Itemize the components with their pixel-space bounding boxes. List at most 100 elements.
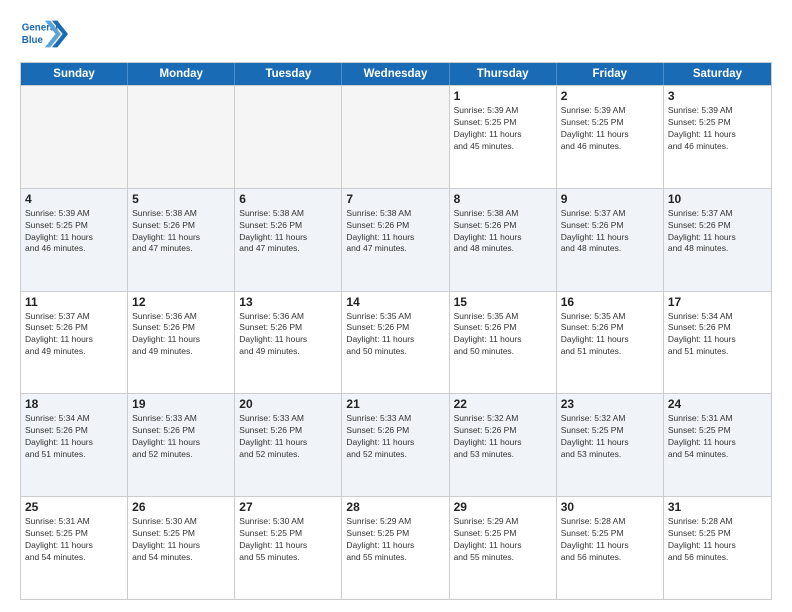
calendar-day-21: 21 Sunrise: 5:33 AMSunset: 5:26 PMDayligh… xyxy=(342,394,449,496)
day-info: Sunrise: 5:28 AMSunset: 5:25 PMDaylight:… xyxy=(668,516,767,564)
day-number: 9 xyxy=(561,192,659,206)
calendar-day-20: 20 Sunrise: 5:33 AMSunset: 5:26 PMDayligh… xyxy=(235,394,342,496)
day-info: Sunrise: 5:39 AMSunset: 5:25 PMDaylight:… xyxy=(25,208,123,256)
day-number: 22 xyxy=(454,397,552,411)
day-number: 31 xyxy=(668,500,767,514)
calendar-body: 1 Sunrise: 5:39 AMSunset: 5:25 PMDaylight… xyxy=(21,85,771,599)
calendar-day-26: 26Sunrise: 5:30 AMSunset: 5:25 PMDayligh… xyxy=(128,497,235,599)
day-number: 26 xyxy=(132,500,230,514)
logo: General Blue xyxy=(20,16,68,52)
calendar-week-3: 11Sunrise: 5:37 AMSunset: 5:26 PMDayligh… xyxy=(21,291,771,394)
header-day-friday: Friday xyxy=(557,63,664,85)
day-info: Sunrise: 5:32 AMSunset: 5:26 PMDaylight:… xyxy=(454,413,552,461)
day-number: 27 xyxy=(239,500,337,514)
day-number: 10 xyxy=(668,192,767,206)
day-number: 13 xyxy=(239,295,337,309)
day-number: 6 xyxy=(239,192,337,206)
calendar-day-13: 13 Sunrise: 5:36 AMSunset: 5:26 PMDayligh… xyxy=(235,292,342,394)
calendar-empty-cell xyxy=(128,86,235,188)
day-number: 18 xyxy=(25,397,123,411)
header: General Blue xyxy=(20,16,772,52)
day-number: 30 xyxy=(561,500,659,514)
day-info: Sunrise: 5:33 AMSunset: 5:26 PMDaylight:… xyxy=(346,413,444,461)
day-info: Sunrise: 5:39 AMSunset: 5:25 PMDaylight:… xyxy=(668,105,767,153)
calendar-day-12: 12 Sunrise: 5:36 AMSunset: 5:26 PMDayligh… xyxy=(128,292,235,394)
day-info: Sunrise: 5:28 AMSunset: 5:25 PMDaylight:… xyxy=(561,516,659,564)
day-info: Sunrise: 5:38 AMSunset: 5:26 PMDaylight:… xyxy=(454,208,552,256)
calendar-day-9: 9Sunrise: 5:37 AMSunset: 5:26 PMDaylight… xyxy=(557,189,664,291)
calendar-day-22: 22 Sunrise: 5:32 AMSunset: 5:26 PMDayligh… xyxy=(450,394,557,496)
calendar-day-30: 30 Sunrise: 5:28 AMSunset: 5:25 PMDayligh… xyxy=(557,497,664,599)
calendar-day-28: 28Sunrise: 5:29 AMSunset: 5:25 PMDayligh… xyxy=(342,497,449,599)
header-day-thursday: Thursday xyxy=(450,63,557,85)
day-info: Sunrise: 5:32 AMSunset: 5:25 PMDaylight:… xyxy=(561,413,659,461)
day-info: Sunrise: 5:37 AMSunset: 5:26 PMDaylight:… xyxy=(25,311,123,359)
calendar-day-31: 31 Sunrise: 5:28 AMSunset: 5:25 PMDayligh… xyxy=(664,497,771,599)
day-number: 2 xyxy=(561,89,659,103)
calendar-day-27: 27 Sunrise: 5:30 AMSunset: 5:25 PMDayligh… xyxy=(235,497,342,599)
day-info: Sunrise: 5:31 AMSunset: 5:25 PMDaylight:… xyxy=(668,413,767,461)
calendar-day-5: 5 Sunrise: 5:38 AMSunset: 5:26 PMDaylight… xyxy=(128,189,235,291)
day-info: Sunrise: 5:30 AMSunset: 5:25 PMDaylight:… xyxy=(239,516,337,564)
calendar-day-7: 7 Sunrise: 5:38 AMSunset: 5:26 PMDaylight… xyxy=(342,189,449,291)
day-info: Sunrise: 5:33 AMSunset: 5:26 PMDaylight:… xyxy=(132,413,230,461)
day-info: Sunrise: 5:36 AMSunset: 5:26 PMDaylight:… xyxy=(239,311,337,359)
day-info: Sunrise: 5:31 AMSunset: 5:25 PMDaylight:… xyxy=(25,516,123,564)
day-info: Sunrise: 5:38 AMSunset: 5:26 PMDaylight:… xyxy=(132,208,230,256)
calendar-week-5: 25Sunrise: 5:31 AMSunset: 5:25 PMDayligh… xyxy=(21,496,771,599)
day-number: 21 xyxy=(346,397,444,411)
calendar-day-16: 16Sunrise: 5:35 AMSunset: 5:26 PMDayligh… xyxy=(557,292,664,394)
day-number: 4 xyxy=(25,192,123,206)
calendar-day-15: 15 Sunrise: 5:35 AMSunset: 5:26 PMDayligh… xyxy=(450,292,557,394)
calendar-empty-cell xyxy=(235,86,342,188)
day-info: Sunrise: 5:36 AMSunset: 5:26 PMDaylight:… xyxy=(132,311,230,359)
calendar-day-8: 8 Sunrise: 5:38 AMSunset: 5:26 PMDaylight… xyxy=(450,189,557,291)
calendar-day-4: 4 Sunrise: 5:39 AMSunset: 5:25 PMDaylight… xyxy=(21,189,128,291)
day-number: 7 xyxy=(346,192,444,206)
day-number: 12 xyxy=(132,295,230,309)
day-info: Sunrise: 5:37 AMSunset: 5:26 PMDaylight:… xyxy=(668,208,767,256)
calendar-day-1: 1 Sunrise: 5:39 AMSunset: 5:25 PMDaylight… xyxy=(450,86,557,188)
calendar-day-29: 29 Sunrise: 5:29 AMSunset: 5:25 PMDayligh… xyxy=(450,497,557,599)
calendar-day-11: 11Sunrise: 5:37 AMSunset: 5:26 PMDayligh… xyxy=(21,292,128,394)
day-number: 23 xyxy=(561,397,659,411)
day-info: Sunrise: 5:29 AMSunset: 5:25 PMDaylight:… xyxy=(454,516,552,564)
svg-text:Blue: Blue xyxy=(22,35,44,46)
calendar-day-23: 23 Sunrise: 5:32 AMSunset: 5:25 PMDayligh… xyxy=(557,394,664,496)
calendar-day-2: 2 Sunrise: 5:39 AMSunset: 5:25 PMDaylight… xyxy=(557,86,664,188)
calendar-day-24: 24 Sunrise: 5:31 AMSunset: 5:25 PMDayligh… xyxy=(664,394,771,496)
day-info: Sunrise: 5:35 AMSunset: 5:26 PMDaylight:… xyxy=(454,311,552,359)
day-info: Sunrise: 5:35 AMSunset: 5:26 PMDaylight:… xyxy=(346,311,444,359)
calendar: SundayMondayTuesdayWednesdayThursdayFrid… xyxy=(20,62,772,600)
day-number: 24 xyxy=(668,397,767,411)
day-info: Sunrise: 5:33 AMSunset: 5:26 PMDaylight:… xyxy=(239,413,337,461)
calendar-week-1: 1 Sunrise: 5:39 AMSunset: 5:25 PMDaylight… xyxy=(21,85,771,188)
day-info: Sunrise: 5:34 AMSunset: 5:26 PMDaylight:… xyxy=(25,413,123,461)
calendar-day-17: 17Sunrise: 5:34 AMSunset: 5:26 PMDayligh… xyxy=(664,292,771,394)
day-number: 28 xyxy=(346,500,444,514)
header-day-saturday: Saturday xyxy=(664,63,771,85)
day-number: 17 xyxy=(668,295,767,309)
calendar-day-25: 25Sunrise: 5:31 AMSunset: 5:25 PMDayligh… xyxy=(21,497,128,599)
calendar-day-14: 14Sunrise: 5:35 AMSunset: 5:26 PMDayligh… xyxy=(342,292,449,394)
day-number: 15 xyxy=(454,295,552,309)
header-day-tuesday: Tuesday xyxy=(235,63,342,85)
day-info: Sunrise: 5:39 AMSunset: 5:25 PMDaylight:… xyxy=(454,105,552,153)
calendar-week-2: 4 Sunrise: 5:39 AMSunset: 5:25 PMDaylight… xyxy=(21,188,771,291)
day-number: 29 xyxy=(454,500,552,514)
generalblue-logo-icon: General Blue xyxy=(20,16,68,52)
calendar-header: SundayMondayTuesdayWednesdayThursdayFrid… xyxy=(21,63,771,85)
day-number: 20 xyxy=(239,397,337,411)
day-number: 5 xyxy=(132,192,230,206)
day-number: 16 xyxy=(561,295,659,309)
day-number: 8 xyxy=(454,192,552,206)
calendar-empty-cell xyxy=(21,86,128,188)
day-number: 19 xyxy=(132,397,230,411)
calendar-day-10: 10 Sunrise: 5:37 AMSunset: 5:26 PMDayligh… xyxy=(664,189,771,291)
day-info: Sunrise: 5:38 AMSunset: 5:26 PMDaylight:… xyxy=(346,208,444,256)
calendar-week-4: 18 Sunrise: 5:34 AMSunset: 5:26 PMDayligh… xyxy=(21,393,771,496)
day-info: Sunrise: 5:38 AMSunset: 5:26 PMDaylight:… xyxy=(239,208,337,256)
calendar-empty-cell xyxy=(342,86,449,188)
day-number: 1 xyxy=(454,89,552,103)
day-info: Sunrise: 5:39 AMSunset: 5:25 PMDaylight:… xyxy=(561,105,659,153)
